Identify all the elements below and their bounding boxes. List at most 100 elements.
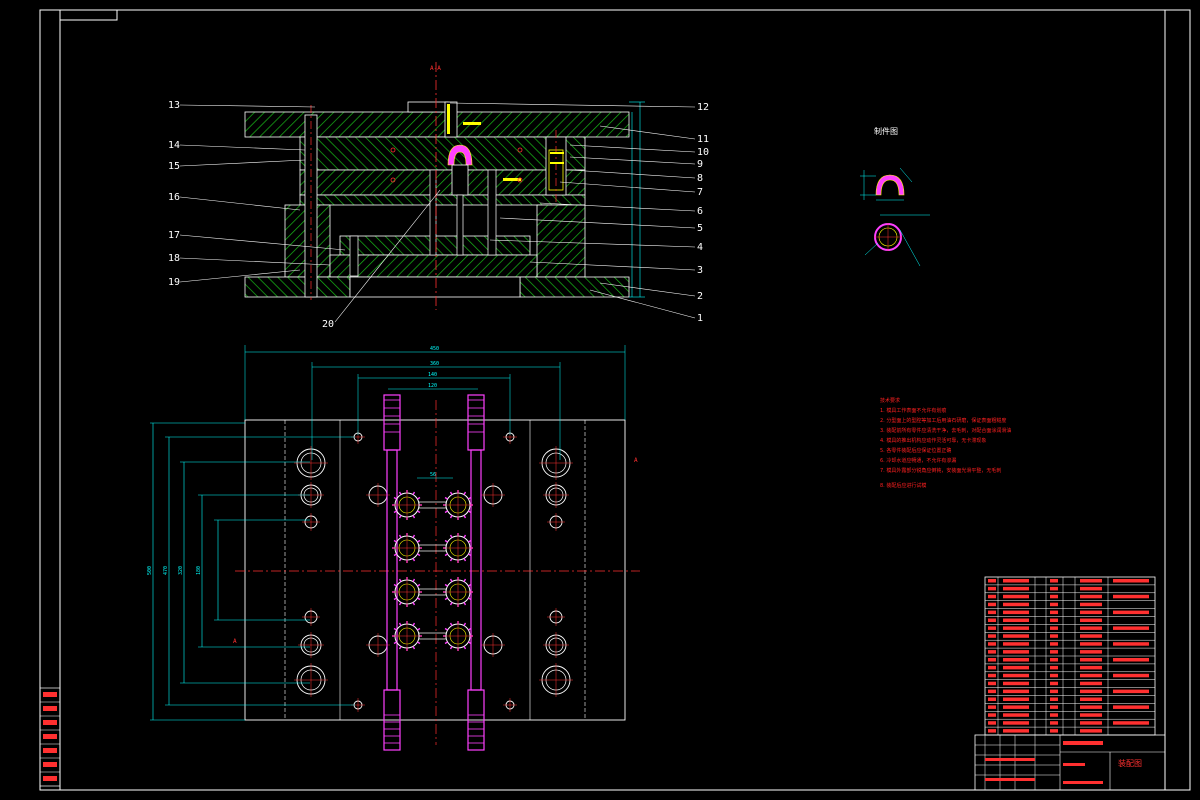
dim-470: 470: [163, 566, 169, 575]
note-line: 2. 分型面上的型腔等加工后用油石研磨，保证表面粗糙度: [880, 417, 1006, 424]
bom-cell: [988, 729, 996, 733]
bottom-clamp-plate-left: [244, 276, 351, 298]
fixed-mold-plate: [299, 136, 586, 171]
note-line: 3. 装配前所有零件应清洗干净，去毛刺，对配合面涂润滑油: [880, 427, 1011, 434]
bom-cell: [988, 673, 996, 678]
part-number-label: 18: [168, 253, 180, 264]
part-number-label: 12: [697, 102, 709, 113]
part-number-label: 17: [168, 230, 180, 241]
bom-cell: [988, 697, 996, 701]
bom-cell: [1050, 721, 1058, 725]
cad-assembly-drawing: A-A 13 14 15 16 17 18 19 20 12 11 109 8 7 6 5 4 3 2 1 制件图: [39, 9, 1191, 791]
bom-cell: [1003, 689, 1029, 694]
bom-cell: [1050, 602, 1058, 607]
bom-cell: [1113, 705, 1149, 709]
bom-cell: [988, 594, 996, 599]
bom-cell: [1003, 642, 1029, 646]
bom-cell: [988, 634, 996, 638]
bom-cell: [1050, 681, 1058, 686]
bom-cell: [1080, 665, 1102, 670]
bom-cell: [1080, 579, 1102, 583]
section-mark: A-A: [430, 65, 441, 72]
bom-cell: [1113, 658, 1149, 662]
part-number-label: 16: [168, 192, 180, 203]
bom-cell: [988, 689, 996, 694]
bom-cell: [1050, 586, 1058, 591]
bom-cell: [1050, 642, 1058, 646]
bom-cell: [1003, 618, 1029, 622]
bom-cell: [1113, 721, 1149, 725]
note-line: 6. 冷却水道应畅通，不允许有渗漏: [880, 457, 956, 464]
bom-cell: [988, 713, 996, 717]
bom-cell: [1050, 673, 1058, 678]
locating-ring: [407, 101, 449, 113]
strip-cell: [43, 762, 57, 767]
cooling-channel: [470, 449, 482, 691]
strip-cell: [43, 692, 57, 697]
notes-title: 技术要求: [880, 397, 900, 404]
bom-cell: [1080, 642, 1102, 646]
part-number-label: 15: [168, 161, 180, 172]
bom-cell: [1003, 658, 1029, 662]
bom-cell: [1080, 626, 1102, 630]
support-plate: [299, 194, 586, 206]
bom-cell: [988, 721, 996, 725]
bom-cell: [1113, 626, 1149, 630]
bom-cell: [1050, 665, 1058, 670]
return-pin: [349, 235, 359, 277]
bom-cell: [1113, 579, 1149, 583]
bom-cell: [1003, 721, 1029, 725]
part-number-label: 20: [322, 319, 334, 330]
bom-cell: [1003, 634, 1029, 638]
bom-cell: [1003, 602, 1029, 607]
bom-cell: [1050, 594, 1058, 599]
ejector-base-plate: [329, 254, 538, 278]
bom-cell: [1080, 713, 1102, 717]
spacer-block-right: [536, 204, 586, 278]
dim-180: 180: [196, 566, 202, 575]
part-number-label: 6: [697, 206, 703, 217]
bom-cell: [988, 610, 996, 615]
top-clamp-plate: [244, 111, 630, 138]
bom-cell: [1080, 634, 1102, 638]
dim-120: 120: [428, 383, 437, 389]
bom-cell: [1003, 705, 1029, 709]
part-number-label: 10: [697, 147, 709, 158]
bom-cell: [988, 618, 996, 622]
part-number-label: 9: [697, 159, 703, 170]
bom-cell: [1080, 697, 1102, 701]
dim-320: 320: [178, 566, 184, 575]
dim-500: 500: [147, 566, 153, 575]
bom-cell: [1113, 642, 1149, 646]
note-line: 8. 装配后应进行试模: [880, 482, 926, 489]
bom-cell: [1003, 697, 1029, 701]
ejector-pin-2: [456, 194, 464, 256]
bom-cell: [1080, 705, 1102, 709]
section-arrow-a-right: A: [634, 457, 638, 464]
bom-cell: [1050, 713, 1058, 717]
bom-cell: [1003, 594, 1029, 599]
runner: [418, 544, 447, 552]
bom-cell: [988, 642, 996, 646]
part-number-label: 19: [168, 277, 180, 288]
sprue-bushing: [444, 101, 458, 138]
bom-cell: [1080, 729, 1102, 733]
bom-cell: [988, 626, 996, 630]
title-block: 装配图: [974, 734, 1166, 791]
part-view-title: 制件图: [874, 126, 898, 136]
part-view: 制件图: [860, 126, 930, 267]
bottom-clamp-plate-right: [519, 276, 630, 298]
part-number-label: 8: [697, 173, 703, 184]
cooling-nozzle: [467, 394, 485, 451]
bom-cell: [988, 665, 996, 670]
part-number-label: 3: [697, 265, 703, 276]
bom-cell: [1080, 594, 1102, 599]
strip-cell: [43, 720, 57, 725]
bom-cell: [1050, 705, 1058, 709]
cooling-nozzle: [383, 394, 401, 451]
left-side-strip: [39, 687, 61, 787]
cooling-channel: [386, 449, 398, 691]
bom-cell: [1050, 697, 1058, 701]
ejector-pin-3: [487, 169, 497, 256]
dim-360: 360: [430, 361, 439, 367]
